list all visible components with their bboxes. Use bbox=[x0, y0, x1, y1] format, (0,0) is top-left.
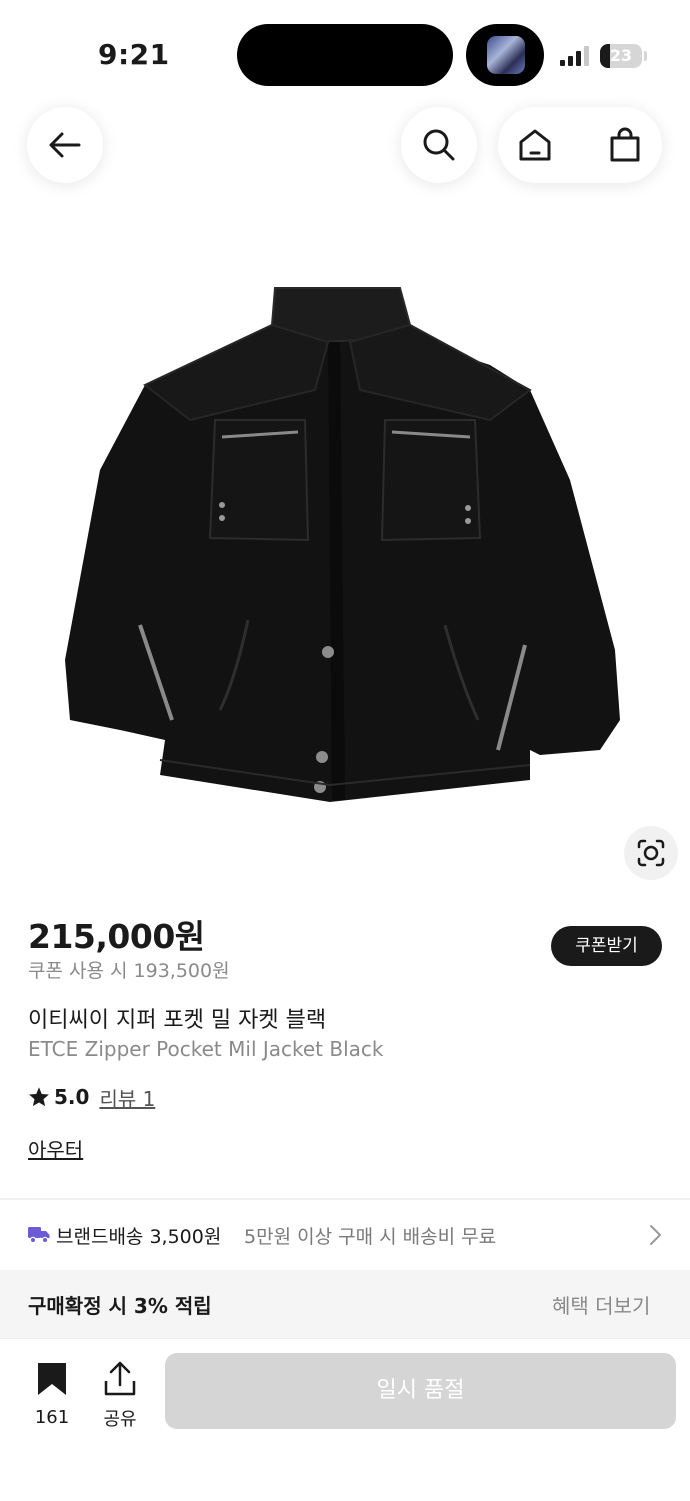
bookmark-button[interactable]: 161 bbox=[28, 1361, 76, 1428]
visual-search-button[interactable] bbox=[624, 826, 678, 880]
dynamic-island bbox=[237, 24, 453, 86]
share-button[interactable]: 공유 bbox=[96, 1361, 144, 1431]
home-cart-pill bbox=[498, 107, 662, 183]
product-image bbox=[65, 287, 620, 802]
search-icon bbox=[423, 129, 455, 161]
points-label: 구매확정 시 3% 적립 bbox=[28, 1294, 212, 1318]
cellular-signal-icon bbox=[560, 46, 589, 66]
category-link[interactable]: 아우터 bbox=[28, 1134, 83, 1163]
more-benefits-link[interactable]: 혜택 더보기 bbox=[552, 1290, 650, 1319]
home-button[interactable] bbox=[516, 126, 554, 164]
battery-level: 23 bbox=[609, 46, 633, 65]
chevron-right-icon bbox=[650, 1225, 661, 1245]
rating-score: 5.0 bbox=[54, 1085, 90, 1109]
bookmark-icon bbox=[38, 1363, 66, 1395]
product-name-english: ETCE Zipper Pocket Mil Jacket Black bbox=[28, 1037, 384, 1061]
battery-icon: 23 bbox=[600, 44, 642, 68]
sold-out-button[interactable]: 일시 품절 bbox=[165, 1353, 676, 1429]
search-button[interactable] bbox=[401, 107, 477, 183]
rating: 5.0 리뷰 1 bbox=[28, 1082, 155, 1112]
home-icon bbox=[519, 129, 551, 161]
product-name-korean: 이티씨이 지퍼 포켓 밀 자켓 블랙 bbox=[28, 1008, 327, 1033]
arrow-left-icon bbox=[49, 132, 81, 158]
cart-button[interactable] bbox=[606, 126, 644, 164]
shipping-row[interactable]: 브랜드배송 3,500원 5만원 이상 구매 시 배송비 무료 bbox=[0, 1200, 690, 1270]
get-coupon-button[interactable]: 쿠폰받기 bbox=[551, 926, 662, 966]
bookmark-count: 161 bbox=[34, 1407, 70, 1428]
points-benefit-row: 구매확정 시 3% 적립 혜택 더보기 bbox=[0, 1270, 690, 1338]
truck-icon bbox=[28, 1227, 50, 1243]
review-link[interactable]: 리뷰 1 bbox=[99, 1083, 155, 1112]
shopping-bag-icon bbox=[610, 127, 640, 162]
bottom-action-bar: 161 공유 일시 품절 bbox=[0, 1338, 690, 1501]
shipping-fee: 브랜드배송 3,500원 bbox=[56, 1226, 222, 1248]
live-activity-thumbnail bbox=[487, 36, 525, 74]
lens-scan-icon bbox=[637, 839, 665, 867]
product-price: 215,000원 bbox=[28, 917, 205, 956]
status-time: 9:21 bbox=[98, 38, 170, 71]
battery-cap bbox=[644, 51, 647, 61]
coupon-price: 쿠폰 사용 시 193,500원 bbox=[28, 960, 230, 982]
share-label: 공유 bbox=[103, 1409, 137, 1430]
share-icon bbox=[104, 1361, 136, 1396]
star-icon bbox=[29, 1087, 49, 1107]
status-bar: 9:21 23 bbox=[0, 0, 690, 100]
back-button[interactable] bbox=[27, 107, 103, 183]
free-shipping-note: 5만원 이상 구매 시 배송비 무료 bbox=[244, 1226, 497, 1248]
